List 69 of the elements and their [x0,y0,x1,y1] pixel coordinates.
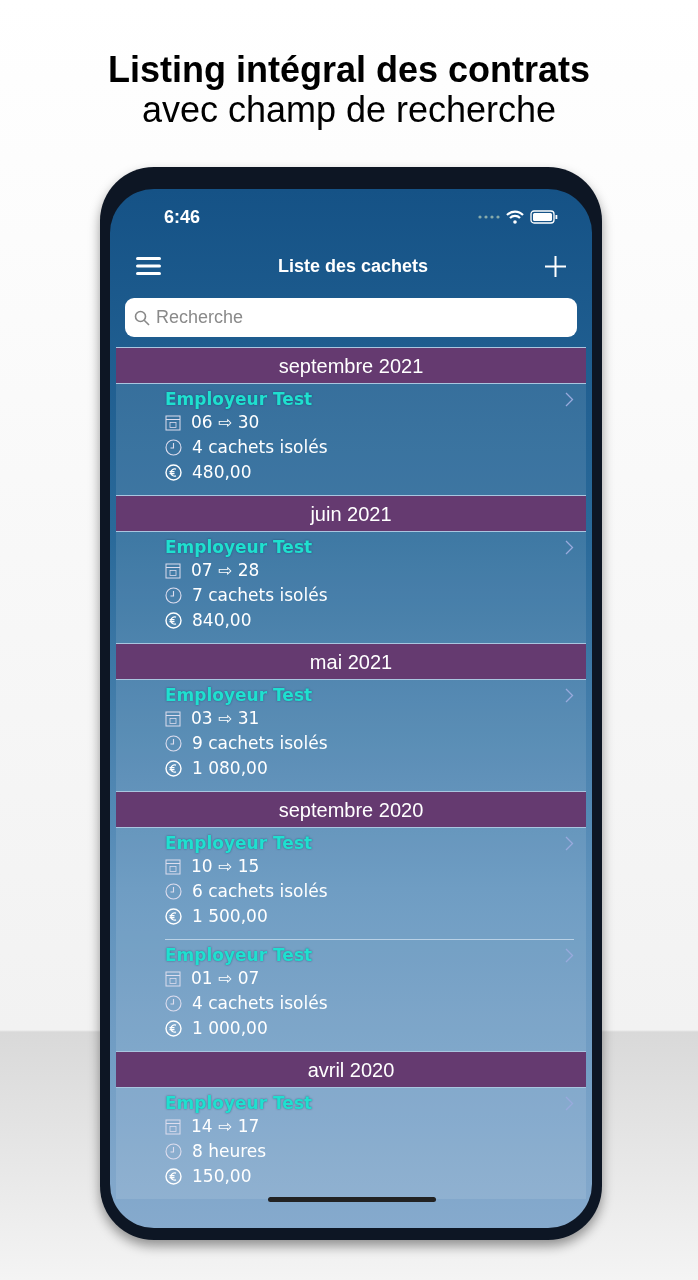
contract-row[interactable]: Employeur Test 06 ⇨ 30 4 cachets isolés 480,00 [116,384,586,495]
quantity-text: 9 cachets isolés [192,731,328,755]
section-header: juin 2021 [116,495,586,532]
euro-icon [165,908,182,925]
chevron-icon [565,947,574,963]
search-field[interactable]: Recherche [125,298,577,337]
subheadline: avec champ de recherche [141,90,557,130]
menu-icon[interactable] [136,257,161,275]
calendar-icon [165,970,181,987]
section-header: avril 2020 [116,1051,586,1088]
clock-icon [165,883,182,900]
date-range: 01 ⇨ 07 [191,966,260,990]
quantity-text: 6 cachets isolés [192,879,328,903]
quantity-text: 4 cachets isolés [192,991,328,1015]
contract-row[interactable]: Employeur Test 03 ⇨ 31 9 cachets isolés 1 080,00 [116,680,586,791]
chevron-icon [565,687,574,703]
date-range: 06 ⇨ 30 [191,410,260,434]
euro-icon [165,1168,182,1185]
quantity-text: 7 cachets isolés [192,583,328,607]
employer-name: Employeur Test [165,388,313,410]
wifi-icon [506,210,524,224]
amount-text: 1 080,00 [192,756,268,780]
calendar-icon [165,710,181,727]
euro-icon [165,760,182,777]
section-header: septembre 2020 [116,791,586,828]
nav-title: Liste des cachets [277,254,429,278]
amount-text: 840,00 [192,608,252,632]
add-icon[interactable] [545,255,566,277]
contract-row[interactable]: Employeur Test 10 ⇨ 15 6 cachets isolés 1 500,00 [116,828,586,939]
euro-icon [165,612,182,629]
section-header: mai 2021 [116,643,586,680]
clock-icon [165,439,182,456]
calendar-icon [165,562,181,579]
clock-icon [165,735,182,752]
quantity-text: 8 heures [192,1139,267,1163]
calendar-icon [165,414,181,431]
clock-icon [165,995,182,1012]
euro-icon [165,464,182,481]
amount-text: 1 000,00 [192,1016,268,1040]
battery-icon [530,210,558,224]
amount-text: 150,00 [192,1164,252,1188]
signal-icon [478,215,500,219]
chevron-icon [565,539,574,555]
amount-text: 480,00 [192,460,252,484]
date-range: 14 ⇨ 17 [191,1114,260,1138]
calendar-icon [165,858,181,875]
section-header: septembre 2021 [116,347,586,384]
quantity-text: 4 cachets isolés [192,435,328,459]
search-icon [134,310,150,326]
employer-name: Employeur Test [165,1092,313,1114]
contract-row[interactable]: Employeur Test 14 ⇨ 17 8 heures 150,00 [116,1088,586,1199]
calendar-icon [165,1118,181,1135]
date-range: 07 ⇨ 28 [191,558,260,582]
chevron-icon [565,391,574,407]
employer-name: Employeur Test [165,832,313,854]
employer-name: Employeur Test [165,536,313,558]
contract-row[interactable]: Employeur Test 01 ⇨ 07 4 cachets isolés 1 000,00 [116,939,586,1051]
headline: Listing intégral des contrats [107,50,591,90]
euro-icon [165,1020,182,1037]
clock-icon [165,1143,182,1160]
status-time: 6:46 [164,205,201,229]
employer-name: Employeur Test [165,684,313,706]
chevron-icon [565,835,574,851]
date-range: 10 ⇨ 15 [191,854,260,878]
contract-row[interactable]: Employeur Test 07 ⇨ 28 7 cachets isolés 840,00 [116,532,586,643]
date-range: 03 ⇨ 31 [191,706,260,730]
amount-text: 1 500,00 [192,904,268,928]
clock-icon [165,587,182,604]
employer-name: Employeur Test [165,944,313,966]
